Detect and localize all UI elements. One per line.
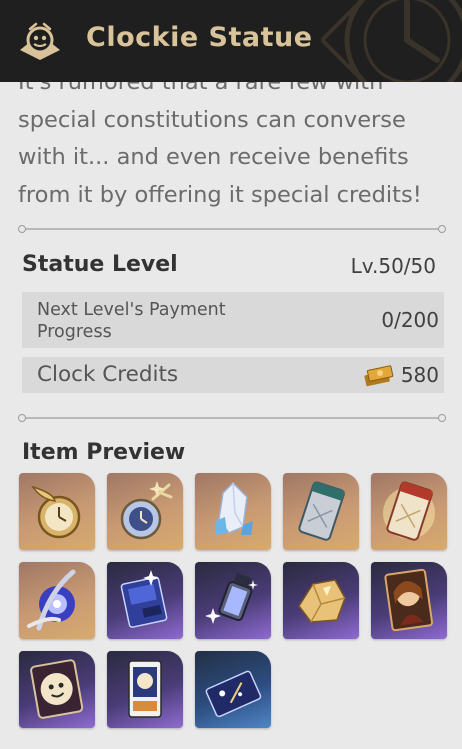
divider xyxy=(18,225,446,233)
clock-credits-label: Clock Credits xyxy=(37,362,179,387)
golden-pocket-watch-icon xyxy=(31,485,81,539)
item-slot[interactable] xyxy=(107,562,183,639)
item-slot[interactable] xyxy=(371,562,447,639)
item-slot[interactable] xyxy=(19,473,95,550)
clock-credits-value: 580 xyxy=(400,363,439,387)
clock-ornament-icon xyxy=(320,0,462,82)
item-preview-grid xyxy=(19,473,459,733)
payment-progress-value: 0/200 xyxy=(381,308,439,332)
divider xyxy=(18,414,446,422)
item-slot[interactable] xyxy=(107,651,183,728)
gold-ore-icon xyxy=(298,579,346,623)
header-bar: Clockie Statue xyxy=(0,0,462,82)
clock-credits-panel: Clock Credits 580 xyxy=(22,357,444,393)
payment-progress-label: Next Level's Payment Progress xyxy=(37,300,226,342)
item-slot[interactable] xyxy=(195,562,271,639)
cosmic-orb-icon xyxy=(27,569,76,631)
crystal-pocket-watch-icon xyxy=(120,481,173,540)
item-slot[interactable] xyxy=(195,473,271,550)
character-portrait-card-icon xyxy=(384,568,434,632)
record-book-icon xyxy=(120,570,168,628)
clockie-emblem-icon xyxy=(20,22,60,60)
statue-description: It's rumored that a rare few with specia… xyxy=(18,82,422,208)
crystal-shard-icon xyxy=(215,481,253,535)
page-title: Clockie Statue xyxy=(86,22,313,53)
item-slot[interactable] xyxy=(283,473,359,550)
item-slot[interactable] xyxy=(371,473,447,550)
statue-level-label: Statue Level xyxy=(22,252,178,277)
golden-ticket-icon xyxy=(383,481,435,541)
clockie-portrait-card-icon xyxy=(30,659,84,719)
item-slot[interactable] xyxy=(19,562,95,639)
night-sky-card-icon xyxy=(205,670,262,718)
starlight-lantern-icon xyxy=(205,572,258,624)
silver-ticket-icon xyxy=(298,481,345,541)
description-scroll-area[interactable]: It's rumored that a rare few with specia… xyxy=(18,82,458,212)
payment-progress-panel: Next Level's Payment Progress 0/200 xyxy=(22,292,444,348)
item-slot[interactable] xyxy=(19,651,95,728)
item-slot[interactable] xyxy=(107,473,183,550)
item-slot[interactable] xyxy=(283,562,359,639)
item-preview-title: Item Preview xyxy=(22,440,186,465)
clockie-postcard-icon xyxy=(128,660,162,718)
statue-level-value: Lv.50/50 xyxy=(350,254,436,278)
clock-credits-icon xyxy=(364,365,394,387)
statue-level-row: Statue Level Lv.50/50 xyxy=(22,250,436,280)
item-slot[interactable] xyxy=(195,651,271,728)
